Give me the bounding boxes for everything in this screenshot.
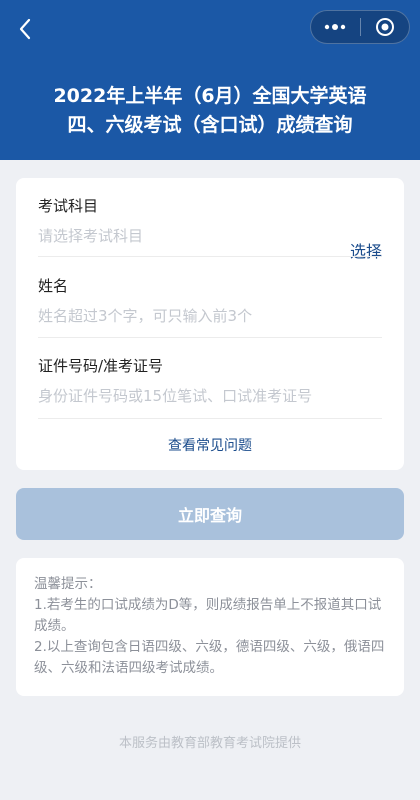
divider (38, 256, 382, 257)
id-number-input[interactable] (38, 386, 382, 406)
submit-query-button[interactable]: 立即查询 (16, 488, 404, 540)
miniprogram-capsule (310, 10, 410, 44)
subject-select[interactable]: 请选择考试科目 (38, 226, 382, 246)
subject-field[interactable]: 考试科目 请选择考试科目 选择 (38, 196, 382, 261)
name-label: 姓名 (38, 277, 69, 295)
more-button[interactable] (311, 11, 360, 43)
name-input[interactable] (38, 306, 382, 326)
tips-item-1: 1.若考生的口试成绩为D等，则成绩报告单上不报道其口试成绩。 (34, 597, 382, 634)
tips-card: 温馨提示： 1.若考生的口试成绩为D等，则成绩报告单上不报道其口试成绩。 2.以… (16, 558, 404, 696)
faq-link[interactable]: 查看常见问题 (16, 435, 404, 455)
id-label: 证件号码/准考证号 (38, 357, 164, 375)
close-miniprogram-button[interactable] (361, 11, 410, 43)
query-form-card: 考试科目 请选择考试科目 选择 姓名 证件号码/准考证号 查看常见问题 (16, 178, 404, 470)
more-dots-icon (325, 24, 346, 30)
chevron-left-icon (19, 18, 31, 40)
id-field: 证件号码/准考证号 (38, 356, 382, 406)
page-title: 2022年上半年（6月）全国大学英语 四、六级考试（含口试）成绩查询 (0, 82, 420, 140)
tips-heading: 温馨提示： (34, 576, 102, 592)
subject-select-button[interactable]: 选择 (350, 238, 382, 262)
divider (38, 337, 382, 338)
subject-label: 考试科目 (38, 197, 99, 215)
page-title-line2: 四、六级考试（含口试）成绩查询 (67, 114, 353, 136)
target-circle-icon (375, 18, 394, 36)
tips-item-2: 2.以上查询包含日语四级、六级，德语四级、六级，俄语四级、六级和法语四级考试成绩… (34, 639, 385, 676)
page-title-line1: 2022年上半年（6月）全国大学英语 (53, 85, 367, 107)
footer-note: 本服务由教育部教育考试院提供 (118, 736, 301, 751)
back-button[interactable] (10, 14, 40, 44)
header-bar: 2022年上半年（6月）全国大学英语 四、六级考试（含口试）成绩查询 (0, 0, 420, 160)
divider (38, 418, 382, 419)
name-field: 姓名 (38, 276, 382, 326)
